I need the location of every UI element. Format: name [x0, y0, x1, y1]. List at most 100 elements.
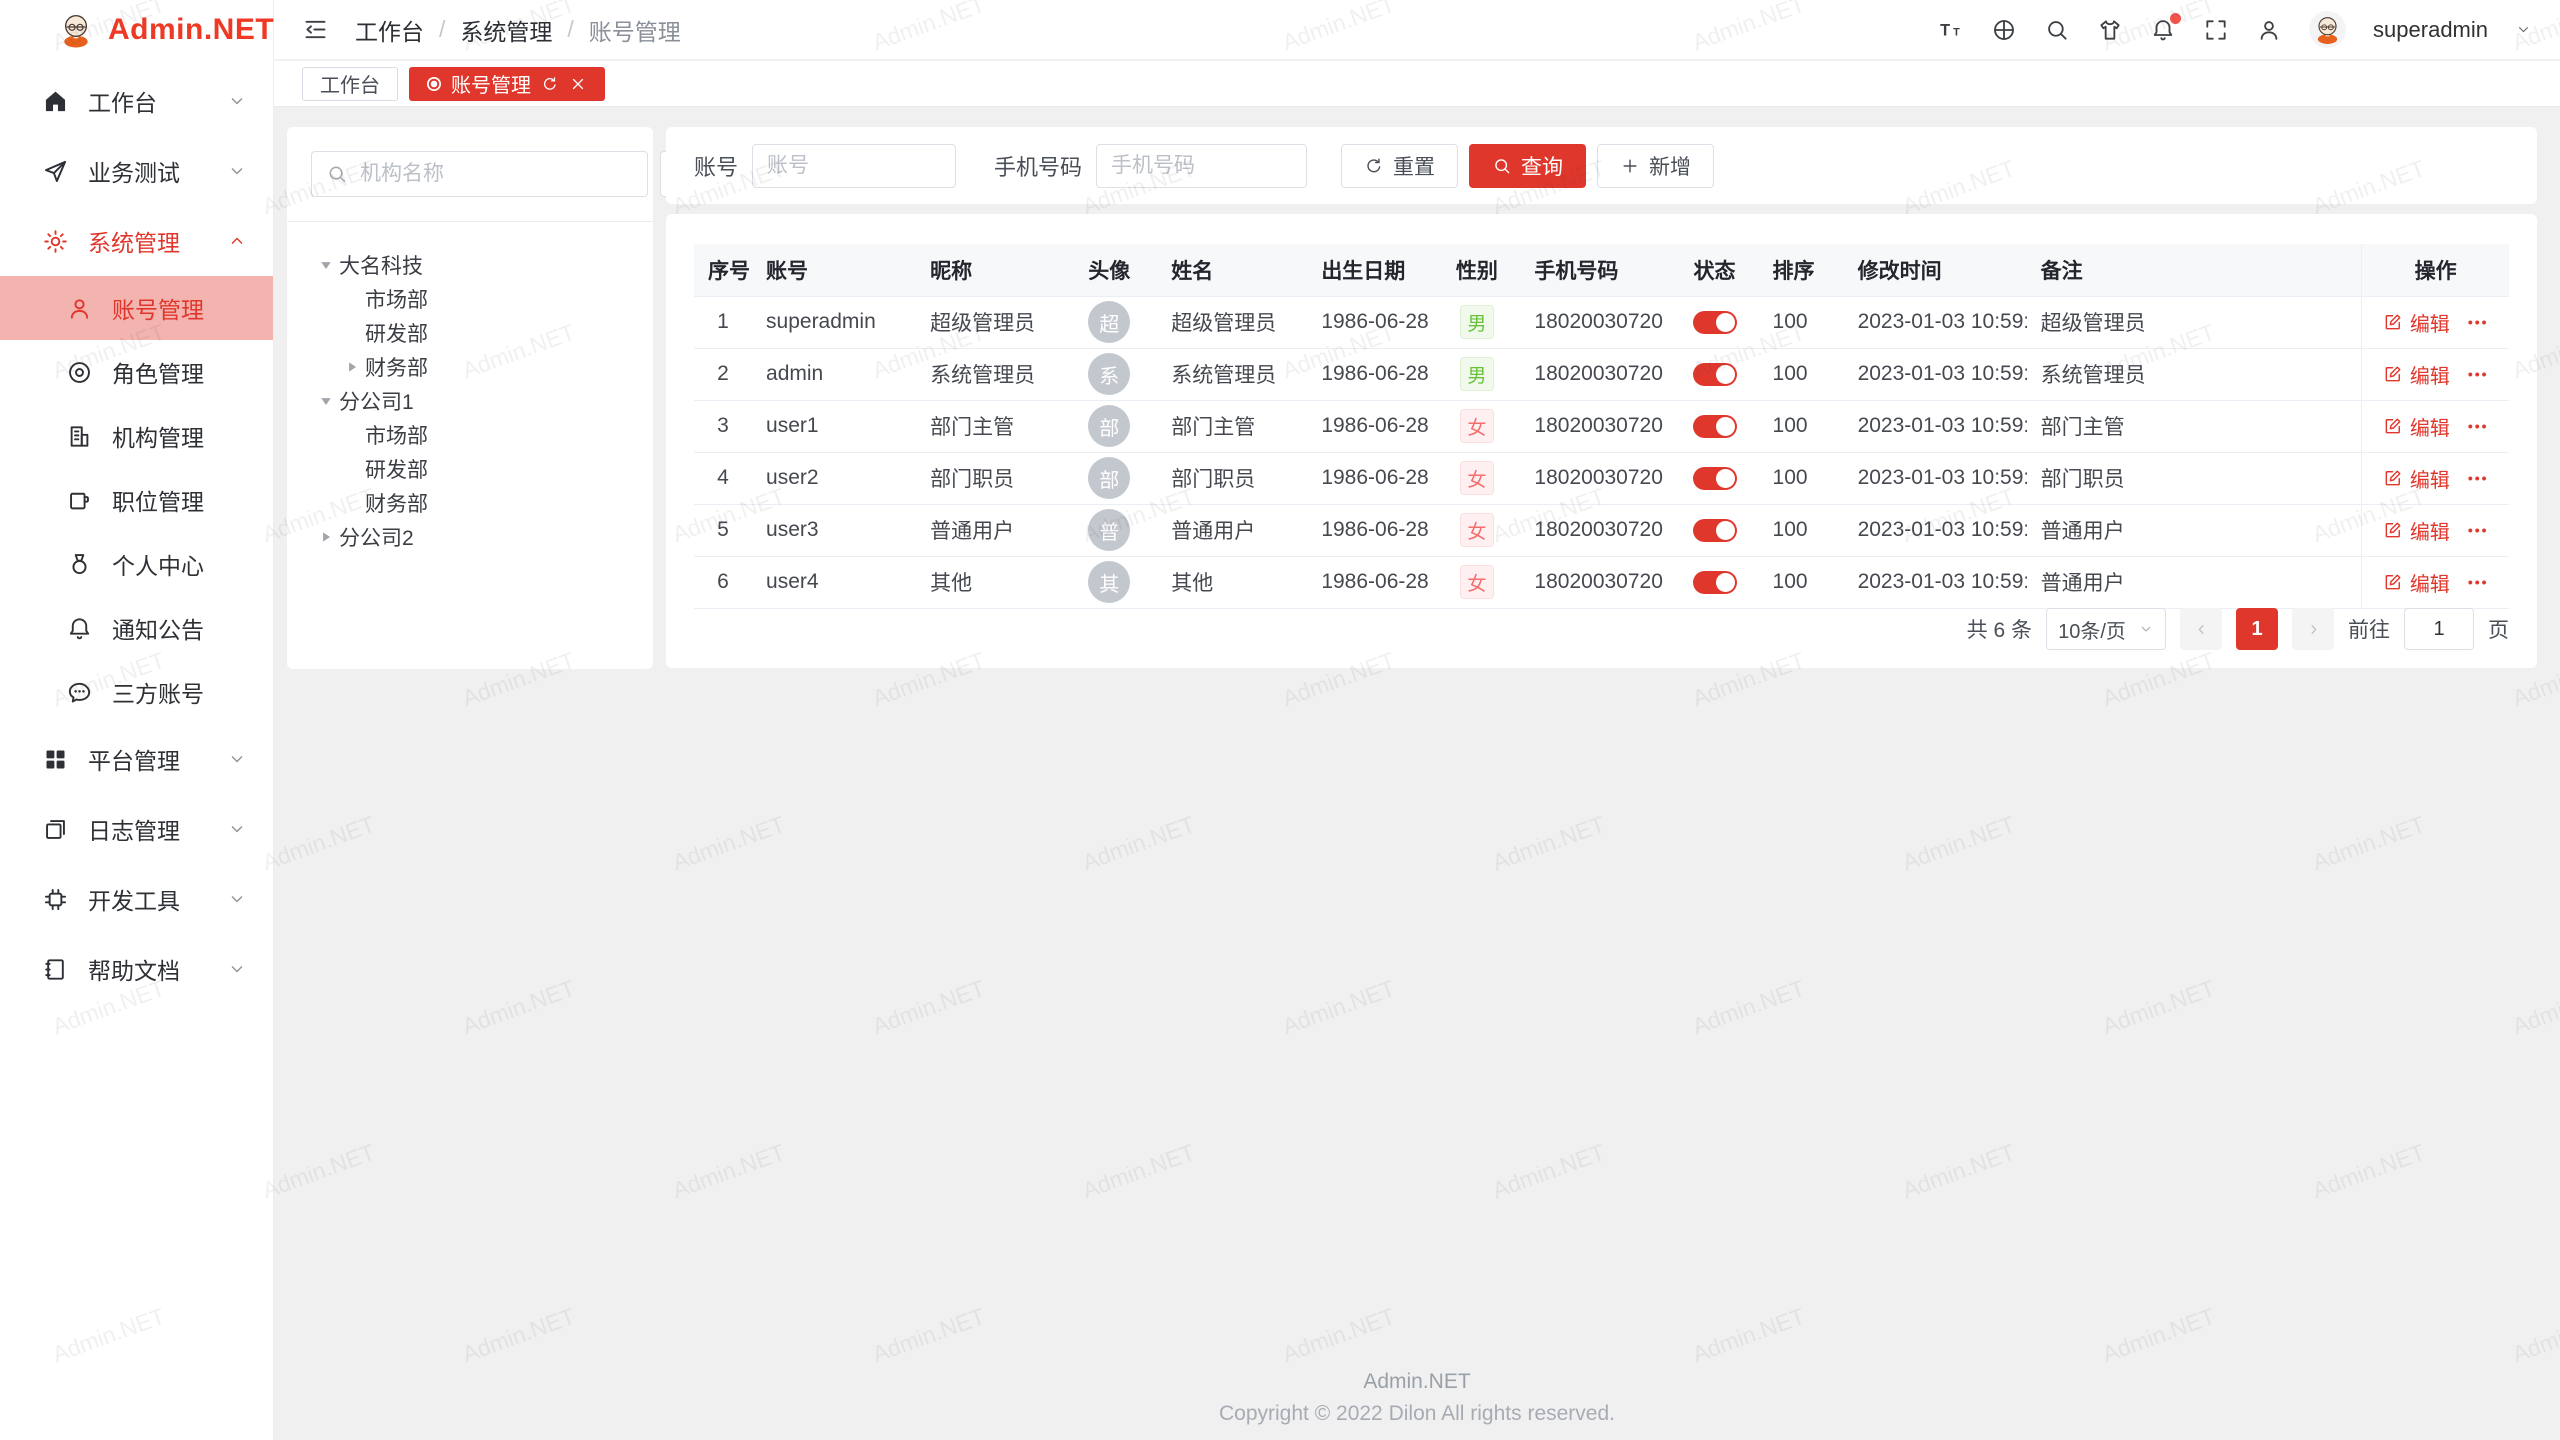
- sidebar-item-label: 开发工具: [88, 882, 227, 916]
- page-1-button[interactable]: 1: [2236, 608, 2278, 650]
- theme-icon[interactable]: [2097, 17, 2123, 43]
- tree-node[interactable]: 分公司2: [311, 520, 629, 554]
- sidebar-item-account-mgmt[interactable]: 账号管理: [0, 276, 273, 340]
- tree-node-label: 研发部: [365, 318, 428, 348]
- breadcrumb-item-workbench[interactable]: 工作台: [355, 13, 424, 47]
- cell-nickname: 系统管理员: [916, 348, 1061, 400]
- profile-link-icon[interactable]: [2256, 17, 2282, 43]
- user-avatar[interactable]: [2309, 11, 2346, 48]
- account-filter-input[interactable]: [752, 144, 956, 188]
- row-more-button[interactable]: •••: [2468, 418, 2489, 434]
- chevron-down-icon: [227, 749, 247, 769]
- status-toggle[interactable]: [1693, 467, 1737, 490]
- status-toggle[interactable]: [1693, 363, 1737, 386]
- sidebar-item-business-test[interactable]: 业务测试: [0, 136, 273, 206]
- page-size-select[interactable]: 10条/页: [2046, 608, 2166, 650]
- next-page-button[interactable]: [2292, 608, 2334, 650]
- tree-node-label: 大名科技: [339, 250, 423, 280]
- notification-icon[interactable]: [2150, 17, 2176, 43]
- status-toggle[interactable]: [1693, 519, 1737, 542]
- cell-modified: 2023-01-03 10:59:44: [1844, 556, 2027, 608]
- sidebar-item-label: 系统管理: [88, 224, 227, 258]
- cell-name: 部门主管: [1157, 400, 1307, 452]
- sidebar-item-log-mgmt[interactable]: 日志管理: [0, 794, 273, 864]
- tree-node[interactable]: 分公司1: [311, 384, 629, 418]
- tree-node[interactable]: 研发部: [311, 316, 629, 350]
- sidebar-item-label: 职位管理: [112, 483, 247, 517]
- edit-button[interactable]: 编辑: [2383, 516, 2450, 545]
- row-more-button[interactable]: •••: [2468, 522, 2489, 538]
- goto-page-input[interactable]: [2404, 608, 2474, 650]
- cell-phone: 18020030720: [1520, 348, 1670, 400]
- toggle-knob: [1716, 521, 1735, 540]
- close-icon[interactable]: [569, 75, 587, 93]
- username[interactable]: superadmin: [2373, 17, 2488, 43]
- status-toggle[interactable]: [1693, 311, 1737, 334]
- avatar: 超: [1088, 301, 1130, 343]
- prev-page-button[interactable]: [2180, 608, 2222, 650]
- tree-node[interactable]: 市场部: [311, 418, 629, 452]
- logo[interactable]: Admin.NET: [0, 0, 273, 60]
- reset-button[interactable]: 重置: [1341, 144, 1458, 188]
- sidebar-item-profile-center[interactable]: 个人中心: [0, 532, 273, 596]
- tab-account-mgmt[interactable]: 账号管理: [409, 67, 605, 101]
- sidebar-item-help-docs[interactable]: 帮助文档: [0, 934, 273, 1004]
- cell-remark: 超级管理员: [2027, 296, 2362, 348]
- cell-actions: 编辑 •••: [2362, 504, 2509, 556]
- edit-button[interactable]: 编辑: [2383, 464, 2450, 493]
- chevron-down-icon[interactable]: [2515, 21, 2532, 38]
- row-more-button[interactable]: •••: [2468, 366, 2489, 382]
- avatar: 部: [1088, 405, 1130, 447]
- org-search-input[interactable]: [358, 161, 633, 187]
- edit-button[interactable]: 编辑: [2383, 360, 2450, 389]
- search-icon: [1492, 156, 1512, 176]
- gender-badge: 女: [1460, 461, 1494, 495]
- row-more-button[interactable]: •••: [2468, 470, 2489, 486]
- sidebar-item-workbench[interactable]: 工作台: [0, 66, 273, 136]
- column-header-nickname: 昵称: [916, 244, 1061, 296]
- tree-node[interactable]: 财务部: [311, 350, 629, 384]
- refresh-icon[interactable]: [541, 75, 559, 93]
- status-toggle[interactable]: [1693, 571, 1737, 594]
- edit-button[interactable]: 编辑: [2383, 568, 2450, 597]
- tree-node[interactable]: 大名科技: [311, 248, 629, 282]
- svg-text:T: T: [1953, 26, 1960, 38]
- edit-button[interactable]: 编辑: [2383, 308, 2450, 337]
- menu-fold-icon[interactable]: [302, 16, 329, 43]
- tree-node[interactable]: 研发部: [311, 452, 629, 486]
- font-size-icon[interactable]: TT: [1938, 17, 1964, 43]
- cell-gender: 女: [1433, 452, 1520, 504]
- avatar: 其: [1088, 561, 1130, 603]
- row-more-button[interactable]: •••: [2468, 314, 2489, 330]
- sidebar-item-dev-tools[interactable]: 开发工具: [0, 864, 273, 934]
- user-icon: [64, 293, 94, 323]
- fullscreen-icon[interactable]: [2203, 17, 2229, 43]
- edit-button[interactable]: 编辑: [2383, 412, 2450, 441]
- cell-status: [1671, 504, 1759, 556]
- chevron-down-icon: [227, 161, 247, 181]
- sidebar-item-third-party-account[interactable]: 三方账号: [0, 660, 273, 724]
- account-table-panel: 序号账号昵称头像姓名出生日期性别手机号码状态排序修改时间备注操作 1supera…: [666, 214, 2537, 668]
- status-toggle[interactable]: [1693, 415, 1737, 438]
- add-button[interactable]: 新增: [1597, 144, 1714, 188]
- tree-node[interactable]: 财务部: [311, 486, 629, 520]
- search-icon[interactable]: [2044, 17, 2070, 43]
- row-more-button[interactable]: •••: [2468, 574, 2489, 590]
- tab-workbench[interactable]: 工作台: [302, 67, 398, 101]
- account-table: 序号账号昵称头像姓名出生日期性别手机号码状态排序修改时间备注操作 1supera…: [694, 244, 2509, 609]
- phone-filter-input[interactable]: [1096, 144, 1307, 188]
- sidebar-item-platform-mgmt[interactable]: 平台管理: [0, 724, 273, 794]
- cell-gender: 女: [1433, 400, 1520, 452]
- cell-index: 5: [694, 504, 752, 556]
- breadcrumb-item-system-mgmt[interactable]: 系统管理: [460, 13, 552, 47]
- tab-label: 工作台: [320, 69, 380, 98]
- sidebar-item-notice[interactable]: 通知公告: [0, 596, 273, 660]
- language-icon[interactable]: [1991, 17, 2017, 43]
- sidebar-item-system-mgmt[interactable]: 系统管理: [0, 206, 273, 276]
- toggle-knob: [1716, 417, 1735, 436]
- sidebar-item-org-mgmt[interactable]: 机构管理: [0, 404, 273, 468]
- sidebar-item-position-mgmt[interactable]: 职位管理: [0, 468, 273, 532]
- tree-node[interactable]: 市场部: [311, 282, 629, 316]
- search-button[interactable]: 查询: [1469, 144, 1586, 188]
- sidebar-item-role-mgmt[interactable]: 角色管理: [0, 340, 273, 404]
